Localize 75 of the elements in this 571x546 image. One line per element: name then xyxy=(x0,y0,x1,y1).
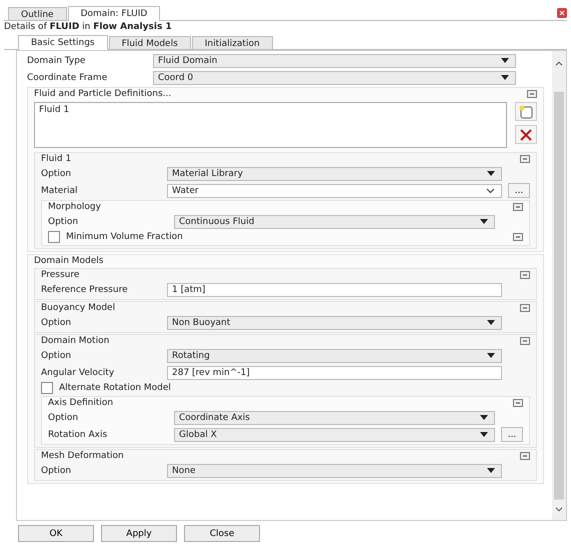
new-page-icon xyxy=(519,104,533,118)
dropdown-field[interactable]: Water xyxy=(167,184,502,198)
dropdown-field[interactable]: Non Buoyant xyxy=(167,316,502,330)
group-title: Domain Models xyxy=(34,256,104,266)
scrollbar[interactable] xyxy=(552,51,566,520)
group-title: Morphology xyxy=(48,202,101,212)
tab[interactable]: Initialization xyxy=(192,36,273,49)
group-title: Fluid and Particle Definitions... xyxy=(34,89,172,99)
caret-icon xyxy=(501,58,509,63)
dialog-button[interactable]: Close xyxy=(184,525,260,542)
group-title: Domain Motion xyxy=(41,336,110,346)
dropdown-field[interactable]: Material Library xyxy=(167,166,502,180)
field-label: Option xyxy=(41,350,72,360)
tab[interactable]: Fluid Models xyxy=(108,36,191,49)
delete-button[interactable] xyxy=(515,125,537,144)
group-title: Mesh Deformation xyxy=(41,451,124,461)
caret-icon xyxy=(487,468,495,473)
field-label: Domain Type xyxy=(27,56,86,66)
collapse-icon[interactable] xyxy=(513,203,523,211)
caret-icon xyxy=(487,320,495,325)
new-item-button[interactable] xyxy=(515,102,537,121)
checkbox-label: Alternate Rotation Model xyxy=(59,383,172,393)
tab[interactable]: Outline xyxy=(8,7,67,20)
field-label: Angular Velocity xyxy=(41,368,116,378)
group-title: Pressure xyxy=(41,270,80,280)
caret-icon xyxy=(487,353,495,358)
dropdown-field[interactable]: None xyxy=(167,464,502,478)
dropdown-field[interactable]: Rotating xyxy=(167,348,502,362)
dropdown-field[interactable]: Fluid Domain xyxy=(153,54,516,68)
dropdown-field[interactable]: Global X xyxy=(174,428,495,442)
checkbox[interactable] xyxy=(48,231,60,243)
checkbox-label: Minimum Volume Fraction xyxy=(66,232,184,242)
input-field[interactable]: 1 [atm] xyxy=(167,282,502,296)
caret-icon xyxy=(480,432,488,437)
input-field[interactable]: 287 [rev min^-1] xyxy=(167,366,502,380)
dialog-button[interactable]: Apply xyxy=(101,525,177,542)
caret-icon xyxy=(487,171,495,176)
collapse-icon[interactable] xyxy=(527,90,537,98)
caret-icon xyxy=(480,415,488,420)
field-label: Material xyxy=(41,186,79,196)
fluid-list[interactable]: Fluid 1 xyxy=(34,102,507,148)
collapse-icon[interactable] xyxy=(520,337,530,345)
delete-icon xyxy=(520,128,532,140)
field-label: Rotation Axis xyxy=(48,430,108,440)
caret-icon xyxy=(480,219,488,224)
dialog-button[interactable]: OK xyxy=(18,525,94,542)
dropdown-field[interactable]: Coordinate Axis xyxy=(174,410,495,424)
dropdown-field[interactable]: Continuous Fluid xyxy=(174,214,495,228)
group-title: Fluid 1 xyxy=(41,154,72,164)
close-icon[interactable] xyxy=(557,8,567,18)
browse-button[interactable]: ... xyxy=(508,183,530,198)
field-label: Reference Pressure xyxy=(41,284,129,294)
collapse-icon[interactable] xyxy=(520,271,530,279)
collapse-icon[interactable] xyxy=(520,155,530,163)
chevron-icon xyxy=(486,188,495,194)
field-label: Option xyxy=(41,466,72,476)
tab[interactable]: Basic Settings xyxy=(18,35,108,50)
collapse-icon[interactable] xyxy=(520,452,530,460)
collapse-icon[interactable] xyxy=(520,304,530,312)
field-label: Coordinate Frame xyxy=(27,72,108,82)
collapse-icon[interactable] xyxy=(513,399,523,407)
details-title: Details of FLUID in Flow Analysis 1 xyxy=(4,21,173,34)
list-item[interactable]: Fluid 1 xyxy=(39,105,502,115)
checkbox[interactable] xyxy=(41,382,53,394)
dropdown-field[interactable]: Coord 0 xyxy=(153,70,516,84)
caret-icon xyxy=(501,75,509,80)
collapse-icon[interactable] xyxy=(513,233,523,241)
browse-button[interactable]: ... xyxy=(501,427,523,442)
field-label: Option xyxy=(48,412,80,422)
tab[interactable]: Domain: FLUID xyxy=(68,6,160,21)
group-title: Axis Definition xyxy=(48,398,114,408)
group-title: Buoyancy Model xyxy=(41,303,116,313)
field-label: Option xyxy=(41,318,72,328)
field-label: Option xyxy=(41,168,72,178)
field-label: Option xyxy=(48,216,80,226)
